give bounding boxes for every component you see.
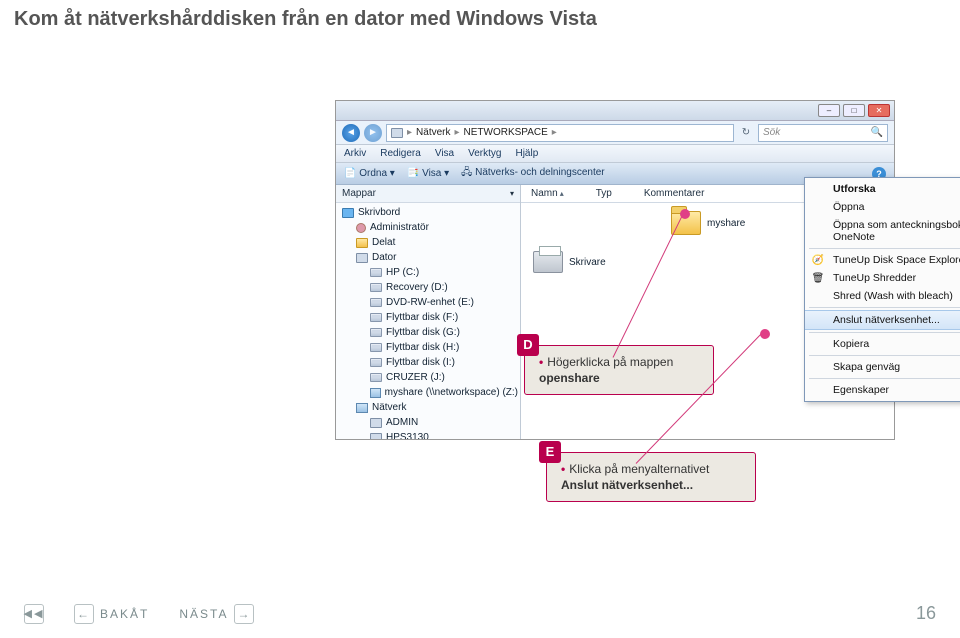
breadcrumb-node[interactable]: NETWORKSPACE — [464, 127, 548, 138]
maximize-button[interactable]: □ — [843, 104, 865, 117]
sidebar-collapse-icon[interactable]: ▾ — [510, 189, 514, 198]
home-icon: ◀◀ — [24, 604, 44, 624]
search-icon: 🔍 — [871, 127, 883, 138]
next-icon: → — [234, 604, 254, 624]
ctx-egenskaper[interactable]: Egenskaper — [805, 381, 960, 399]
callout-e-dot — [760, 329, 770, 339]
shredder-icon: 🗑 — [811, 271, 825, 285]
breadcrumb-root[interactable]: Nätverk — [416, 127, 450, 138]
context-menu: Utforska Öppna Öppna som anteckningsbok … — [804, 177, 960, 402]
search-input[interactable]: Sök 🔍 — [758, 124, 888, 142]
tree-natverk[interactable]: Nätverk — [342, 400, 518, 415]
callout-e: E •Klicka på menyalternativet Anslut nät… — [546, 452, 756, 502]
address-row: ◄ ► ▸ Nätverk ▸ NETWORKSPACE ▸ ↻ Sök 🔍 — [336, 121, 894, 145]
ctx-tuneup-shred[interactable]: 🗑TuneUp Shredder — [805, 269, 960, 287]
callout-d-badge: D — [517, 334, 539, 356]
tuneup-icon: 🧭 — [811, 253, 825, 267]
menu-verktyg[interactable]: Verktyg — [468, 148, 501, 159]
page-title: Kom åt nätverkshårddisken från en dator … — [14, 8, 597, 31]
callout-e-line1: Klicka på menyalternativet — [569, 462, 709, 476]
ctx-genvag[interactable]: Skapa genväg — [805, 358, 960, 376]
callout-e-badge: E — [539, 441, 561, 463]
tree-flytt-g[interactable]: Flyttbar disk (G:) — [342, 325, 518, 340]
tree-flytt-i[interactable]: Flyttbar disk (I:) — [342, 355, 518, 370]
col-typ[interactable]: Typ — [596, 188, 612, 199]
tree-admin[interactable]: ADMIN — [342, 415, 518, 430]
col-kommentarer[interactable]: Kommentarer — [644, 188, 705, 199]
close-button[interactable]: ✕ — [868, 104, 890, 117]
ctx-anslut-natverksenhet[interactable]: Anslut nätverksenhet... — [805, 310, 960, 330]
location-icon — [391, 128, 403, 138]
page-number: 16 — [916, 603, 936, 624]
next-label: NÄSTA — [179, 607, 228, 621]
printer-icon — [533, 251, 563, 273]
callout-d-line1: Högerklicka på mappen — [547, 355, 673, 369]
menu-bar: Arkiv Redigera Visa Verktyg Hjälp — [336, 145, 894, 163]
home-button[interactable]: ◀◀ — [24, 604, 44, 624]
tree-myshare-z[interactable]: myshare (\\networkspace) (Z:) — [342, 385, 518, 400]
tree-dator[interactable]: Dator — [342, 250, 518, 265]
tree-administrator[interactable]: Administratör — [342, 220, 518, 235]
toolbar-network-center[interactable]: 🖧 Nätverks- och delningscenter — [461, 165, 604, 182]
tree-cruzer-j[interactable]: CRUZER (J:) — [342, 370, 518, 385]
ctx-tuneup-disk[interactable]: 🧭TuneUp Disk Space Explorer — [805, 251, 960, 269]
tree-dvd-e[interactable]: DVD-RW-enhet (E:) — [342, 295, 518, 310]
tree-skrivbord[interactable]: Skrivbord — [342, 205, 518, 220]
share-skrivare[interactable]: Skrivare — [533, 251, 606, 273]
tree-flytt-h[interactable]: Flyttbar disk (H:) — [342, 340, 518, 355]
ctx-shred[interactable]: Shred (Wash with bleach) — [805, 287, 960, 305]
menu-hjalp[interactable]: Hjälp — [515, 148, 538, 159]
tree-flytt-f[interactable]: Flyttbar disk (F:) — [342, 310, 518, 325]
callout-d-dot — [680, 209, 690, 219]
refresh-button[interactable]: ↻ — [738, 127, 754, 138]
menu-visa[interactable]: Visa — [435, 148, 454, 159]
toolbar-visa[interactable]: 📑 Visa ▾ — [407, 168, 449, 179]
address-bar[interactable]: ▸ Nätverk ▸ NETWORKSPACE ▸ — [386, 124, 734, 142]
tree-delat[interactable]: Delat — [342, 235, 518, 250]
nav-back-button[interactable]: ◄ — [342, 124, 360, 142]
callout-d-line2: openshare — [539, 371, 600, 385]
tree-recovery-d[interactable]: Recovery (D:) — [342, 280, 518, 295]
next-button[interactable]: NÄSTA → — [179, 604, 254, 624]
footer: ◀◀ ← BAKÅT NÄSTA → 16 — [0, 603, 960, 624]
ctx-utforska[interactable]: Utforska — [805, 180, 960, 198]
minimize-button[interactable]: – — [818, 104, 840, 117]
ctx-kopiera[interactable]: Kopiera — [805, 335, 960, 353]
nav-forward-button[interactable]: ► — [364, 124, 382, 142]
sidebar: Mappar ▾ Skrivbord Administratör Delat D… — [336, 185, 521, 439]
back-label: BAKÅT — [100, 607, 149, 621]
callout-d: D •Högerklicka på mappen openshare — [524, 345, 714, 395]
menu-redigera[interactable]: Redigera — [380, 148, 421, 159]
folder-tree: Skrivbord Administratör Delat Dator HP (… — [336, 203, 520, 439]
back-button[interactable]: ← BAKÅT — [74, 604, 149, 624]
back-icon: ← — [74, 604, 94, 624]
window-titlebar: – □ ✕ — [336, 101, 894, 121]
ctx-onenote[interactable]: Öppna som anteckningsbok i OneNote — [805, 216, 960, 246]
callout-e-line2: Anslut nätverksenhet... — [561, 478, 693, 492]
col-namn[interactable]: Namn — [531, 188, 564, 199]
toolbar-ordna[interactable]: 📄 Ordna ▾ — [344, 168, 395, 179]
tree-hps3130[interactable]: HPS3130 — [342, 430, 518, 439]
menu-arkiv[interactable]: Arkiv — [344, 148, 366, 159]
ctx-oppna[interactable]: Öppna — [805, 198, 960, 216]
sidebar-header: Mappar — [342, 188, 376, 199]
search-placeholder: Sök — [763, 127, 780, 138]
tree-hp-c[interactable]: HP (C:) — [342, 265, 518, 280]
